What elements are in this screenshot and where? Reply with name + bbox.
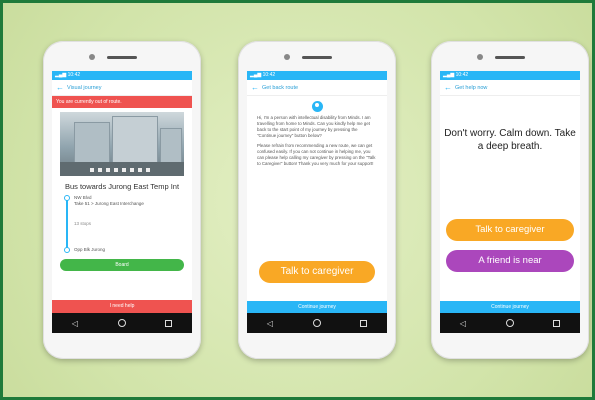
figure-frame: ▂▄▆ 10:42 ← Visual journey You are curre… [0,0,595,400]
building-shape [112,116,158,164]
nav-home-icon[interactable] [505,319,514,327]
phone-get-back-route: ▂▄▆ 10:42 ← Get back route Hi, I'm a per… [238,41,396,359]
app-bar-title: Get help now [455,84,488,91]
phone-visual-journey: ▂▄▆ 10:42 ← Visual journey You are curre… [43,41,201,359]
help-message-paragraph-2: Please refrain from recommending a new r… [257,142,376,166]
android-nav-bar: ◁ [440,313,580,333]
screen-get-help: ▂▄▆ 10:42 ← Get help now Don't worry. Ca… [440,71,580,333]
app-bar: ← Get help now [440,80,580,96]
nav-home-icon[interactable] [312,319,321,327]
phone-get-help: ▂▄▆ 10:42 ← Get help now Don't worry. Ca… [431,41,589,359]
continue-journey-button[interactable]: Continue journey [440,301,580,313]
nav-recent-icon[interactable] [553,319,561,327]
screen-get-back-route: ▂▄▆ 10:42 ← Get back route Hi, I'm a per… [247,71,387,333]
start-stop-label: NW Blvd Take 51 > Jurong East Interchang… [74,195,144,207]
help-message-paragraph-1: Hi, I'm a person with intellectual disab… [257,115,371,138]
building-shape [160,128,182,164]
stops-count: 13 stops [74,221,92,226]
building-shape [74,122,110,164]
timeline-line [66,199,68,251]
need-help-button[interactable]: I need help [52,300,192,313]
screen-visual-journey: ▂▄▆ 10:42 ← Visual journey You are curre… [52,71,192,333]
camera-icon [284,54,290,60]
end-stop-dot [64,247,70,253]
status-bar: ▂▄▆ 10:42 [52,71,192,80]
end-stop-name: Opp Blk Jurong [74,247,106,252]
nav-recent-icon[interactable] [165,319,173,327]
camera-icon [89,54,95,60]
route-timeline: NW Blvd Take 51 > Jurong East Interchang… [64,195,192,257]
app-bar-title: Visual journey [67,84,102,91]
camera-icon [477,54,483,60]
crossing-shape [90,168,150,172]
person-icon [311,101,323,112]
board-button[interactable]: Board [60,259,184,271]
speaker-grille [495,56,525,59]
app-bar: ← Visual journey [52,80,192,96]
back-arrow-icon[interactable]: ← [56,83,64,92]
speaker-grille [107,56,137,59]
app-bar: ← Get back route [247,80,387,96]
talk-to-caregiver-button[interactable]: Talk to caregiver [259,261,375,283]
off-route-alert: You are currently out of route. [52,96,192,108]
back-arrow-icon[interactable]: ← [251,83,259,92]
app-bar-title: Get back route [262,84,299,91]
friend-is-near-button[interactable]: A friend is near [446,250,574,272]
android-nav-bar: ◁ [247,313,387,333]
nav-back-icon[interactable]: ◁ [72,319,78,328]
android-nav-bar: ◁ [52,313,192,333]
start-stop-dot [64,195,70,201]
start-stop-detail: Take 51 > Jurong East Interchange [74,200,144,206]
calm-down-message: Don't worry. Calm down. Take a deep brea… [444,128,576,152]
back-arrow-icon[interactable]: ← [444,83,452,92]
speaker-grille [302,56,332,59]
continue-journey-button[interactable]: Continue journey [247,301,387,313]
bus-stop-photo [60,112,184,176]
nav-back-icon[interactable]: ◁ [267,319,273,328]
help-message: Hi, I'm a person with intellectual disab… [247,115,387,167]
talk-to-caregiver-button[interactable]: Talk to caregiver [446,219,574,241]
nav-back-icon[interactable]: ◁ [460,319,466,328]
status-bar: ▂▄▆ 10:42 [247,71,387,80]
status-bar: ▂▄▆ 10:42 [440,71,580,80]
nav-recent-icon[interactable] [360,319,368,327]
nav-home-icon[interactable] [117,319,126,327]
route-title: Bus towards Jurong East Temp Int [64,182,180,191]
